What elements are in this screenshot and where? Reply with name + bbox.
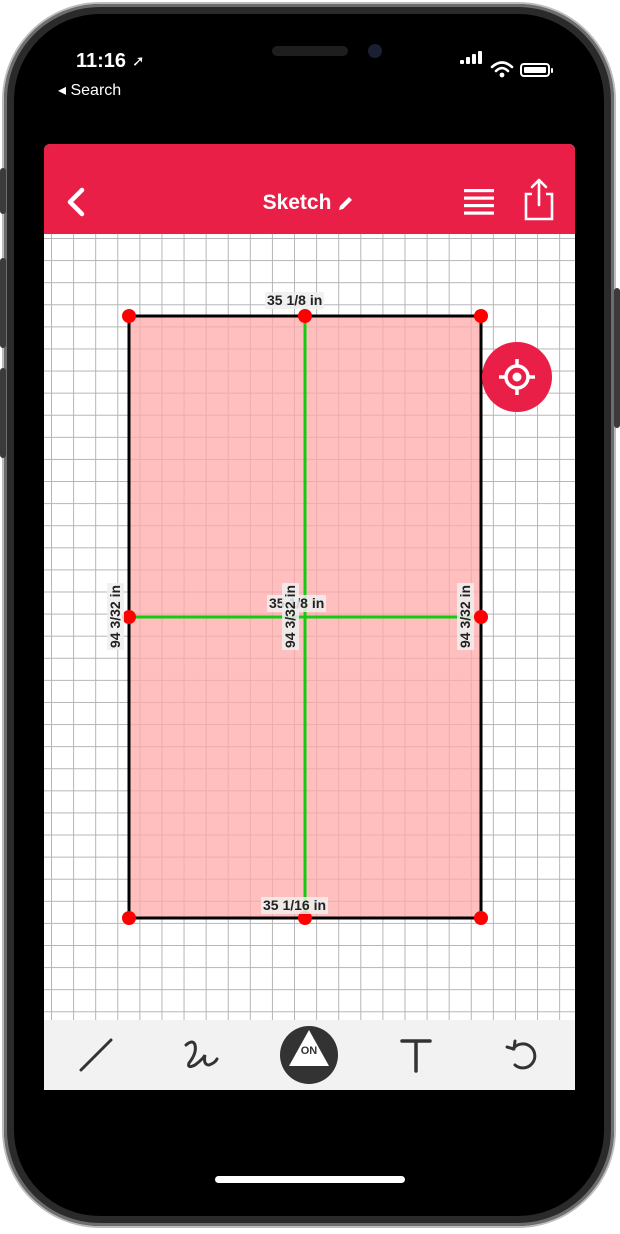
on-label: ON [300,1045,318,1057]
volume-down-button [0,368,6,458]
dimension-top[interactable]: 35 1/8 in [265,292,325,309]
vertex-left-middle[interactable] [122,610,136,624]
vertex-right-middle[interactable] [474,610,488,624]
back-to-search-link[interactable]: ◂ Search [58,80,121,100]
line-tool-button[interactable] [70,1030,122,1080]
dist-label: DIST [296,1057,322,1069]
mute-switch [0,168,6,214]
battery-icon [520,63,553,77]
back-chevron-icon[interactable] [62,184,92,220]
text-tool-button[interactable] [390,1030,442,1080]
dimension-bottom[interactable]: 35 1/16 in [261,897,329,914]
status-time: 11:16 [76,50,127,72]
share-icon[interactable] [522,178,556,222]
pencil-icon [339,197,353,210]
wifi-icon [490,61,514,78]
on-dist-button[interactable]: ON DIST [277,1025,341,1085]
freehand-tool-button[interactable] [175,1030,227,1080]
vertex-bottom-right[interactable] [474,911,488,925]
freehand-squiggle-icon [184,1040,219,1069]
vertex-bottom-left[interactable] [122,911,136,925]
vertex-top-left[interactable] [122,309,136,323]
on-dist-badge: ON DIST [280,1026,338,1084]
navigation-bar: Sketch [44,144,575,234]
home-indicator[interactable] [215,1176,405,1183]
crosshair-target-icon [499,359,535,395]
list-menu-icon[interactable] [462,186,496,220]
earpiece-speaker [272,46,348,56]
vertex-top-right[interactable] [474,309,488,323]
app-screen: Sketch 35 1/8 in 35 1/16 in 35 in 94 3/3… [44,144,575,1090]
vertex-top-middle[interactable] [298,309,312,323]
front-camera [368,44,382,58]
location-arrow-icon: ➚ [132,53,145,70]
undo-icon [505,1039,537,1070]
locate-button[interactable] [482,342,552,412]
text-t-icon [400,1039,432,1073]
dimension-left[interactable]: 94 3/32 in [107,582,125,651]
sketch-canvas[interactable]: 35 1/8 in 35 1/16 in 35 1/8 in 94 3/32 i… [44,234,575,1020]
undo-tool-button[interactable] [497,1030,549,1080]
volume-up-button [0,258,6,348]
power-button [614,288,620,428]
line-icon [79,1038,113,1072]
page-title: Sketch [262,191,332,214]
sketch-title-button[interactable]: Sketch [234,188,384,218]
dimension-center-vertical[interactable]: 94 3/32 in [282,582,300,651]
dimension-right[interactable]: 94 3/32 in [457,582,475,651]
drawing-toolbar: ON DIST [44,1020,575,1090]
